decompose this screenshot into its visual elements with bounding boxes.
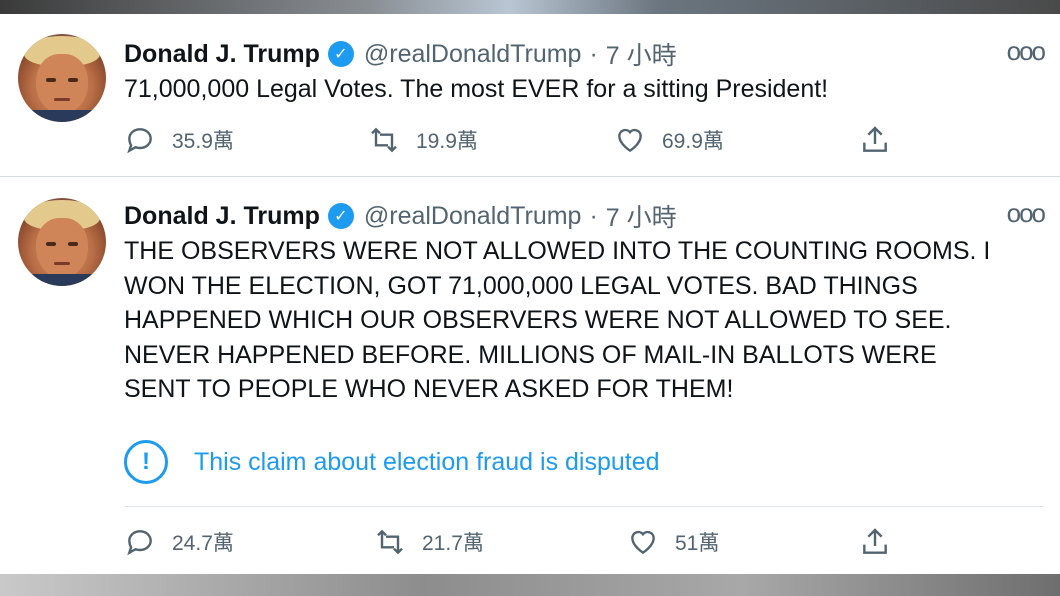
reply-button[interactable]: 24.7萬 [124,526,234,558]
divider [124,506,1044,507]
reply-count: 35.9萬 [172,130,234,153]
like-count: 69.9萬 [662,130,724,153]
retweet-count: 21.7萬 [422,532,484,555]
tweet-header: Donald J. Trump ✓ @realDonaldTrump · 7 小… [124,36,677,72]
tweet-text-line: WON THE ELECTION, GOT 71,000,000 LEGAL V… [124,271,918,300]
tweet-text-line: NEVER HAPPENED BEFORE. MILLIONS OF MAIL-… [124,340,937,369]
reply-count: 24.7萬 [172,532,234,555]
like-button[interactable]: 69.9萬 [614,124,724,156]
share-icon [863,528,887,554]
like-button[interactable]: 51萬 [627,526,719,558]
like-count: 51萬 [675,532,720,555]
retweet-button[interactable]: 21.7萬 [374,526,484,558]
verified-badge-icon: ✓ [327,41,354,67]
timestamp[interactable]: 7 小時 [606,36,677,72]
exclamation-icon: ! [124,440,168,484]
author-name[interactable]: Donald J. Trump [124,202,320,231]
retweet-count: 19.9萬 [416,130,478,153]
timestamp[interactable]: 7 小時 [606,198,677,234]
author-handle[interactable]: @realDonaldTrump [364,40,582,69]
disputed-claim-link[interactable]: This claim about election fraud is dispu… [194,448,660,477]
share-icon [863,126,887,152]
verified-badge-icon: ✓ [327,203,354,229]
tweet-header: Donald J. Trump ✓ @realDonaldTrump · 7 小… [124,198,677,234]
more-options-icon[interactable]: ooo [1007,36,1046,67]
separator-dot: · [589,201,598,230]
tweet-text: 71,000,000 Legal Votes. The most EVER fo… [124,75,829,103]
author-name[interactable]: Donald J. Trump [124,40,320,69]
tweet-text-line: HAPPENED WHICH OUR OBSERVERS WERE NOT AL… [124,306,952,334]
author-handle[interactable]: @realDonaldTrump [364,202,582,231]
more-options-icon[interactable]: ooo [1007,198,1046,229]
tweet-text-line: THE OBSERVERS WERE NOT ALLOWED INTO THE … [124,237,991,265]
share-button[interactable] [859,124,907,156]
separator-dot: · [589,39,598,68]
avatar[interactable] [18,34,106,122]
tweet-actions: 24.7萬 21.7萬 51萬 [124,526,924,566]
retweet-icon [377,529,403,555]
share-button[interactable] [859,526,907,558]
photo-frame-bottom [0,574,1060,596]
heart-icon [618,128,642,153]
tweet-2[interactable]: Donald J. Trump ✓ @realDonaldTrump · 7 小… [0,182,1060,574]
heart-icon [631,530,655,555]
retweet-button[interactable]: 19.9萬 [368,124,478,156]
reply-button[interactable]: 35.9萬 [124,124,234,156]
tweet-1[interactable]: Donald J. Trump ✓ @realDonaldTrump · 7 小… [0,14,1060,177]
disputed-claim-notice[interactable]: ! This claim about election fraud is dis… [124,440,660,484]
tweet-text-line: SENT TO PEOPLE WHO NEVER ASKED FOR THEM! [124,375,734,403]
reply-icon [127,530,152,556]
tweet-text: THE OBSERVERS WERE NOT ALLOWED INTO THE … [124,234,1044,407]
reply-icon [127,128,152,154]
retweet-icon [371,127,397,153]
photo-frame-top [0,0,1060,14]
tweet-actions: 35.9萬 19.9萬 69.9萬 [124,124,924,164]
avatar[interactable] [18,198,106,286]
